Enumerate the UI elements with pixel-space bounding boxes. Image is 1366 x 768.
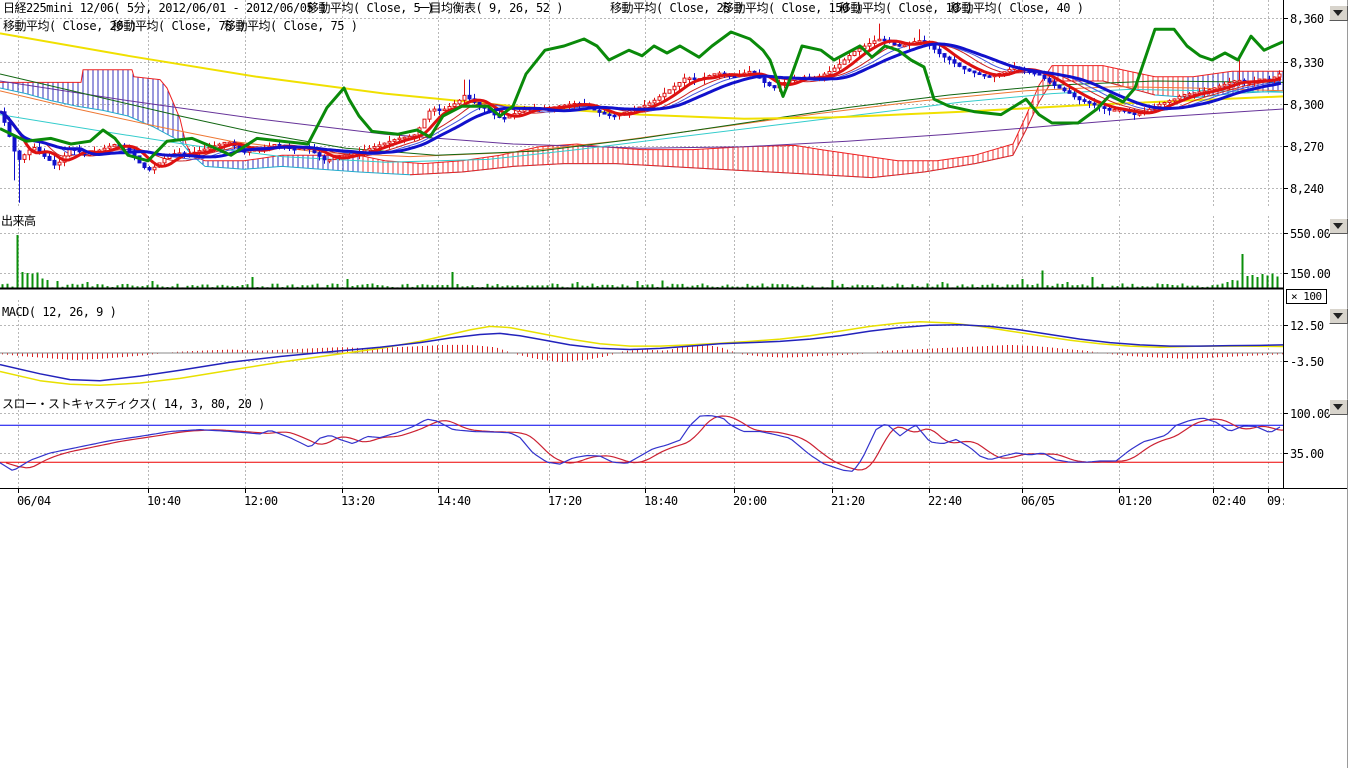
price-axis-value: 8,240 (1290, 182, 1324, 196)
x-axis-time-label: 18:40 (644, 494, 678, 508)
volume-multiplier-badge: × 100 (1286, 289, 1327, 304)
x-axis-labels: 06/04 10:40 12:00 13:20 14:40 17:20 18:40 20:00… (0, 0, 1284, 520)
stoch-axis-value: 35.00 (1290, 447, 1324, 461)
x-axis-time-label: 13:20 (341, 494, 375, 508)
price-axis-value: 8,330 (1290, 56, 1324, 70)
stoch-axis-value: 100.00 (1290, 407, 1330, 421)
panel-scale-dropdown-button[interactable] (1329, 5, 1348, 21)
x-axis-time-label: 06/05 (1021, 494, 1055, 508)
price-axis-value: 8,300 (1290, 98, 1324, 112)
x-axis-time-label: 22:40 (928, 494, 962, 508)
panel-scale-dropdown-button[interactable] (1329, 218, 1348, 234)
panel-scale-dropdown-button[interactable] (1329, 399, 1348, 415)
x-axis-time-label: 02:40 (1212, 494, 1246, 508)
chevron-down-icon (1333, 223, 1343, 229)
x-axis-time-label: 14:40 (437, 494, 471, 508)
macd-axis-value: 12.50 (1290, 319, 1324, 333)
x-axis-time-label: 12:00 (244, 494, 278, 508)
volume-axis-value: 550.00 (1290, 227, 1330, 241)
panel-scale-dropdown-button[interactable] (1329, 308, 1348, 324)
x-axis-time-label: 20:00 (733, 494, 767, 508)
macd-axis-value: -3.50 (1290, 355, 1324, 369)
x-axis-time-label: 10:40 (147, 494, 181, 508)
x-axis-time-label: 17:20 (548, 494, 582, 508)
price-axis-value: 8,360 (1290, 12, 1324, 26)
x-axis-time-label: 09: (1267, 494, 1284, 508)
price-axis-value: 8,270 (1290, 140, 1324, 154)
chevron-down-icon (1333, 404, 1343, 410)
x-axis-time-label: 01:20 (1118, 494, 1152, 508)
chevron-down-icon (1333, 313, 1343, 319)
chart-application-window: 日経225mini 12/06( 5分, 2012/06/01 - 2012/0… (0, 0, 1366, 768)
x-axis-time-label: 06/04 (17, 494, 51, 508)
chevron-down-icon (1333, 10, 1343, 16)
volume-axis-value: 150.00 (1290, 267, 1330, 281)
x-axis-time-label: 21:20 (831, 494, 865, 508)
